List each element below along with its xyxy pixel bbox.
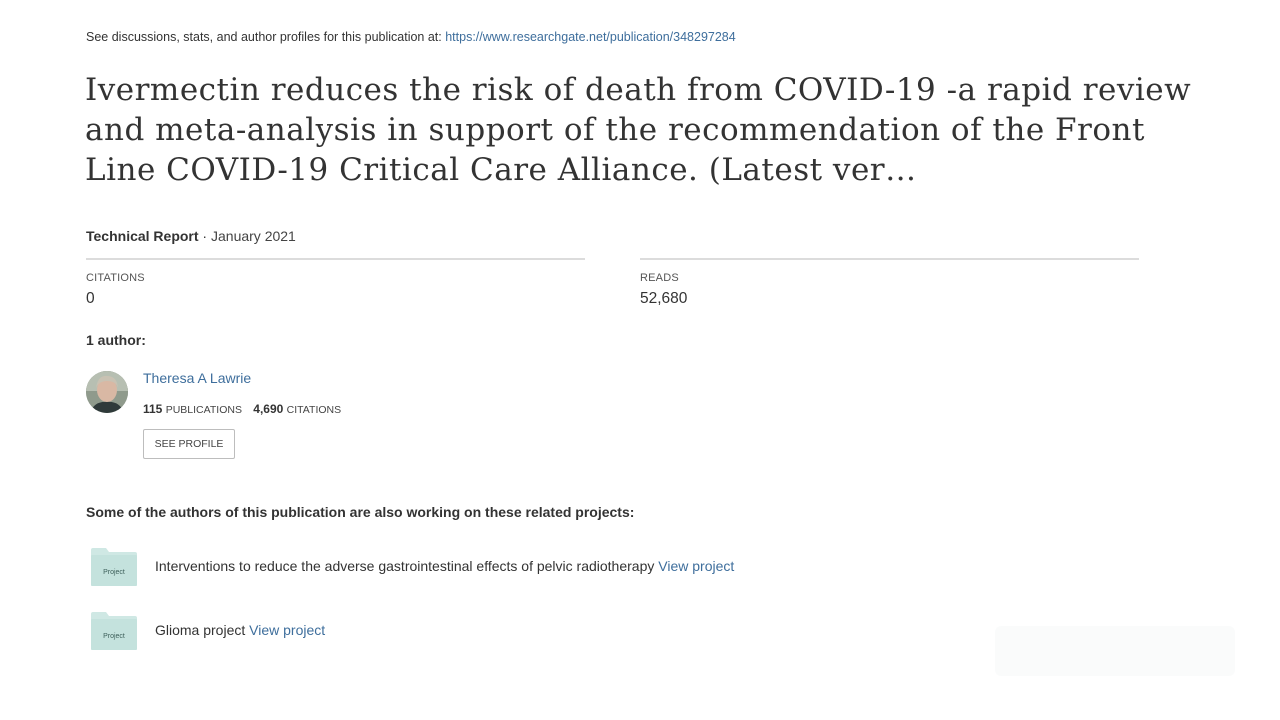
reads-value: 52,680 xyxy=(640,290,688,307)
project-text: Glioma project View project xyxy=(155,622,325,638)
author-avatar[interactable] xyxy=(86,371,128,413)
project-name: Glioma project xyxy=(155,622,246,638)
publication-type: Technical Report xyxy=(86,228,199,244)
publication-url-link[interactable]: https://www.researchgate.net/publication… xyxy=(445,30,735,44)
folder-label: Project xyxy=(103,633,125,640)
publication-title: Ivermectin reduces the risk of death fro… xyxy=(85,72,1192,188)
reads-label: READS xyxy=(640,272,679,284)
publication-meta: Technical Report · January 2021 xyxy=(86,228,296,244)
author-citations-label: CITATIONS xyxy=(286,404,342,416)
project-folder-icon: Project xyxy=(91,612,137,650)
citations-label: CITATIONS xyxy=(86,272,145,284)
project-text: Interventions to reduce the adverse gast… xyxy=(155,558,734,574)
author-publications-count: 115 xyxy=(143,402,163,416)
meta-separator: · xyxy=(198,228,211,244)
author-publications-label: PUBLICATIONS xyxy=(165,404,242,416)
author-citations-count: 4,690 xyxy=(253,402,284,416)
publication-source-line: See discussions, stats, and author profi… xyxy=(86,30,736,44)
citations-stat: CITATIONS 0 xyxy=(86,258,585,308)
citations-value: 0 xyxy=(86,290,95,307)
author-photo-icon xyxy=(86,371,128,413)
source-prefix-text: See discussions, stats, and author profi… xyxy=(86,30,446,44)
watermark-logo-icon xyxy=(995,626,1235,676)
publication-date: January 2021 xyxy=(211,228,296,244)
author-name-link[interactable]: Theresa A Lawrie xyxy=(143,370,251,386)
project-name: Interventions to reduce the adverse gast… xyxy=(155,558,655,574)
reads-stat: READS 52,680 xyxy=(640,258,1139,308)
project-folder-icon: Project xyxy=(91,548,137,586)
view-project-link[interactable]: View project xyxy=(249,622,325,638)
view-project-link[interactable]: View project xyxy=(658,558,734,574)
folder-label: Project xyxy=(103,569,125,576)
projects-heading: Some of the authors of this publication … xyxy=(86,504,635,520)
authors-heading: 1 author: xyxy=(86,332,146,348)
see-profile-button[interactable]: SEE PROFILE xyxy=(143,429,235,459)
author-stats: 115 PUBLICATIONS 4,690 CITATIONS xyxy=(143,402,349,416)
